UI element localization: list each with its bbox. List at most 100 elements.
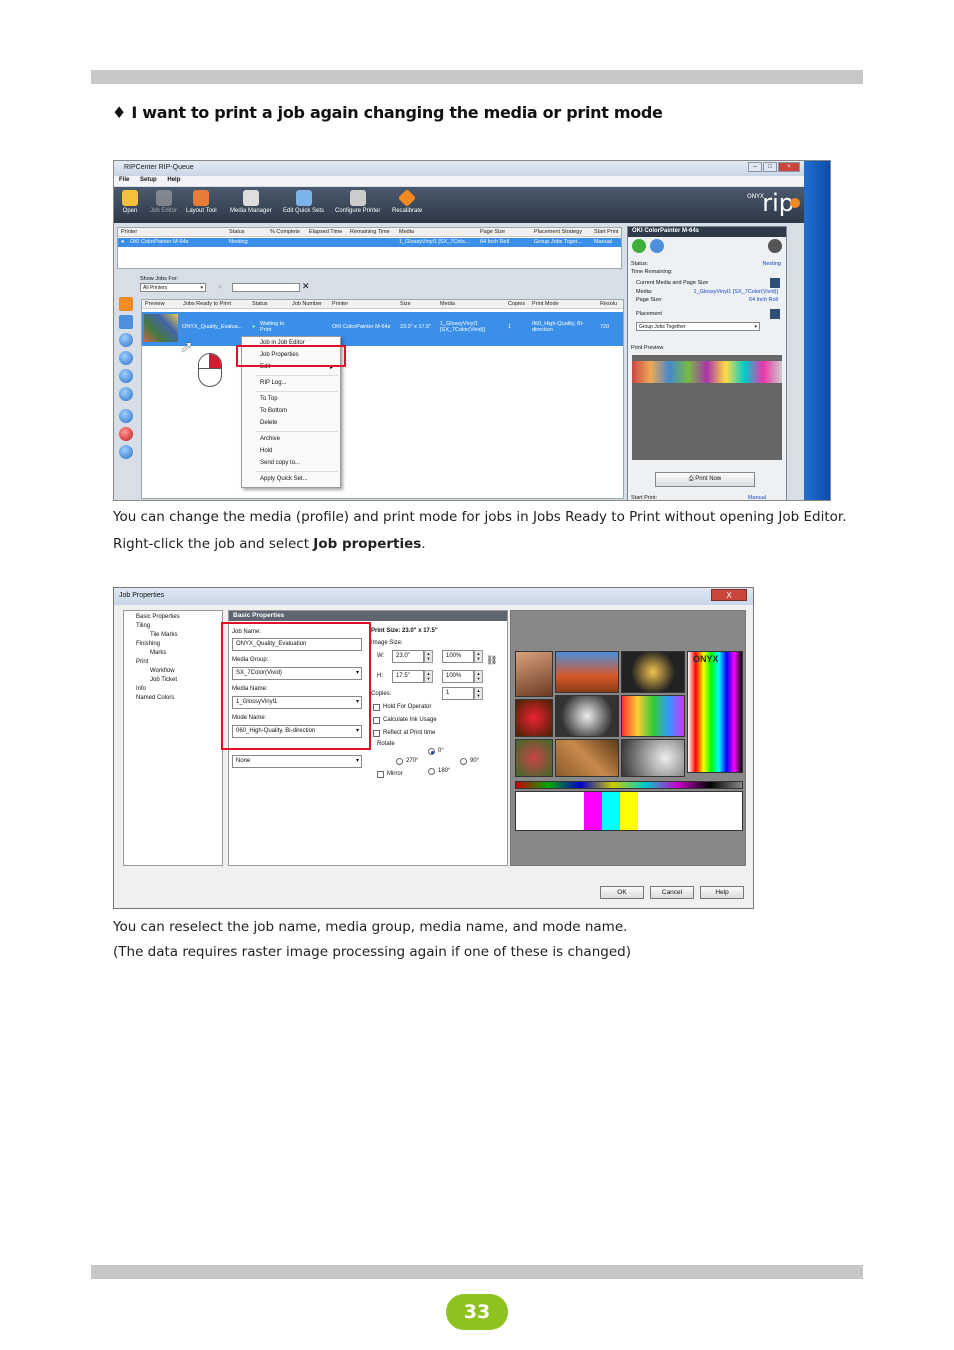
tree-info[interactable]: Info [136, 686, 146, 692]
move-up-icon[interactable] [119, 351, 133, 365]
ok-button[interactable]: OK [600, 886, 644, 899]
rotate-270-label: 270° [406, 758, 419, 764]
tree-print[interactable]: Print [136, 659, 148, 665]
checkmark-icon[interactable] [119, 297, 133, 311]
rotate-90-label: 90° [470, 758, 480, 764]
media-settings-gear-icon[interactable] [770, 278, 780, 288]
copies-label: Copies: [371, 691, 392, 697]
width-input[interactable]: 23.0" [392, 650, 424, 663]
tree-finishing[interactable]: Finishing [136, 641, 160, 647]
printer-row[interactable]: ● OKI ColorPainter M-64s Nesting 1_Gloss… [118, 238, 621, 247]
edit-job-icon[interactable] [119, 315, 133, 329]
help-button[interactable]: Help [700, 886, 744, 899]
ctx-to-top[interactable]: To Top [260, 396, 278, 402]
layout-tool-button[interactable]: Layout Tool [186, 190, 217, 214]
dialog-title: Job Properties [119, 592, 165, 599]
hold-checkbox[interactable] [373, 704, 380, 711]
tree-tile-marks[interactable]: Tile Marks [150, 632, 177, 638]
configure-printer-button[interactable]: Configure Printer [335, 190, 380, 214]
paragraph-2: Right-click the job and select Job prope… [113, 536, 426, 552]
copies-spinner[interactable]: ▲ ▼ [474, 687, 483, 700]
calc-ink-checkbox[interactable] [373, 717, 380, 724]
cancel-button[interactable]: Cancel [650, 886, 694, 899]
job-properties-dialog-screenshot: Job Properties X Basic Properties Tiling… [113, 587, 754, 909]
calc-ink-label: Calculate Ink Usage [383, 717, 437, 723]
pause-icon[interactable] [119, 445, 133, 459]
printer-status-panel: OKI ColorPainter M-64s Status: Nesting T… [627, 226, 787, 500]
move-bottom-icon[interactable] [119, 387, 133, 401]
rotate-180-radio[interactable] [428, 768, 435, 775]
rotate-0-radio[interactable] [428, 748, 435, 755]
move-down-icon[interactable] [119, 369, 133, 383]
right-click-mouse-icon [198, 353, 222, 387]
print-now-button[interactable]: ⎙ Print Now [655, 472, 755, 487]
close-icon[interactable]: × [778, 162, 800, 172]
tree-marks[interactable]: Marks [150, 650, 166, 656]
height-percent-input[interactable]: 100% [442, 670, 474, 683]
ctx-to-bottom[interactable]: To Bottom [260, 408, 287, 414]
tree-named-colors[interactable]: Named Colors [136, 695, 174, 701]
job-preview: ONYX [510, 610, 746, 866]
print-preview [632, 355, 782, 460]
height-input[interactable]: 17.5" [392, 670, 424, 683]
edit-quick-sets-button[interactable]: Edit Quick Sets [283, 190, 324, 214]
ctx-archive[interactable]: Archive [260, 436, 280, 442]
rotate-90-radio[interactable] [460, 758, 467, 765]
job-thumbnail [144, 314, 178, 342]
info-icon[interactable] [650, 239, 664, 253]
ctx-send-copy[interactable]: Send copy to... [260, 460, 300, 466]
queue-side-buttons [119, 297, 135, 463]
ctx-delete[interactable]: Delete [260, 420, 277, 426]
onyx-rip-logo: ONYX rip [747, 189, 800, 217]
heading-text: I want to print a job again changing the… [131, 103, 663, 122]
power-icon[interactable] [632, 239, 646, 253]
copies-input[interactable]: 1 [442, 687, 474, 700]
onyx-preview-logo: ONYX [693, 654, 719, 664]
move-top-icon[interactable] [119, 333, 133, 347]
job-row[interactable]: ONYX_Quality_Evalua... ● Waiting to Prin… [142, 312, 623, 346]
settings-icon[interactable] [768, 239, 782, 253]
height-percent-spinner[interactable]: ▲ ▼ [474, 670, 483, 683]
delete-icon[interactable] [119, 427, 133, 441]
media-manager-button[interactable]: Media Manager [230, 190, 272, 214]
reflect-checkbox[interactable] [373, 730, 380, 737]
menu-bar: File Setup Help [114, 176, 804, 186]
hold-icon[interactable] [119, 409, 133, 423]
menu-file[interactable]: File [119, 177, 129, 183]
job-editor-button[interactable]: Job Editor [150, 190, 177, 214]
width-percent-spinner[interactable]: ▲ ▼ [474, 650, 483, 663]
close-icon[interactable]: X [711, 589, 747, 601]
width-percent-input[interactable]: 100% [442, 650, 474, 663]
status-dot-icon: ● [252, 324, 256, 330]
recalibrate-button[interactable]: Recalibrate [392, 188, 422, 214]
extra-option-select[interactable]: None ▾ [232, 755, 362, 768]
width-spinner[interactable]: ▲ ▼ [424, 650, 433, 663]
tree-job-ticket[interactable]: Job Ticket [150, 677, 177, 683]
ctx-hold[interactable]: Hold [260, 448, 272, 454]
show-jobs-label: Show Jobs For: [140, 276, 179, 282]
rip-queue-screenshot: RIPCenter RIP-Queue – □ × File Setup Help … [113, 160, 831, 501]
maximize-icon[interactable]: □ [763, 162, 777, 172]
printer-icon [349, 190, 366, 206]
placement-settings-gear-icon[interactable] [770, 309, 780, 319]
printer-filter-select[interactable]: All Printers ▾ [140, 283, 206, 292]
clear-search-icon[interactable]: ✕ [302, 281, 310, 292]
height-spinner[interactable]: ▲ ▼ [424, 670, 433, 683]
open-button[interactable]: Open [122, 190, 138, 214]
mirror-checkbox[interactable] [377, 771, 384, 778]
minimize-icon[interactable]: – [748, 162, 762, 172]
tree-workflow[interactable]: Workflow [150, 668, 175, 674]
ctx-apply-quick-set[interactable]: Apply Quick Set... [260, 476, 308, 482]
rotate-270-radio[interactable] [396, 758, 403, 765]
ctx-rip-log[interactable]: RIP Log... [260, 380, 287, 386]
menu-help[interactable]: Help [167, 177, 180, 183]
reflect-label: Reflect at Print time [383, 730, 436, 736]
tree-tiling[interactable]: Tiling [136, 623, 150, 629]
chain-link-icon[interactable]: ⛓ [486, 655, 497, 666]
hold-label: Hold For Operator [383, 704, 432, 710]
menu-setup[interactable]: Setup [140, 177, 157, 183]
page-number-badge: 33 [446, 1294, 508, 1330]
tree-basic-properties[interactable]: Basic Properties [136, 614, 180, 620]
job-search-input[interactable] [232, 283, 300, 292]
placement-select[interactable]: Group Jobs Together ▾ [636, 322, 760, 331]
